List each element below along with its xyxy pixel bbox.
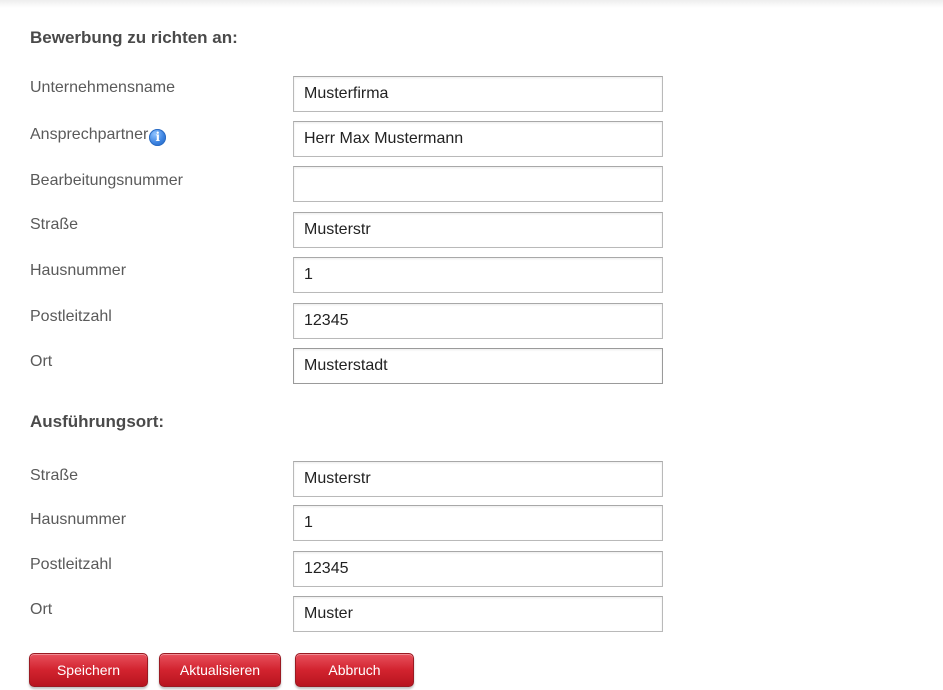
location-city-field[interactable] <box>293 596 663 632</box>
label-location-city: Ort <box>30 601 53 618</box>
label-street: Straße <box>30 216 79 233</box>
postal-code-field[interactable] <box>293 303 663 339</box>
location-house-number-field[interactable] <box>293 505 663 541</box>
section-heading-recipient: Bewerbung zu richten an: <box>30 28 238 47</box>
label-city: Ort <box>30 353 53 370</box>
street-field[interactable] <box>293 212 663 248</box>
label-company: Unternehmensname <box>30 79 175 96</box>
location-postal-code-field[interactable] <box>293 551 663 587</box>
label-location-house-number: Hausnummer <box>30 511 127 528</box>
label-contact: Ansprechpartner i <box>30 126 167 146</box>
reference-number-field[interactable] <box>293 166 663 202</box>
label-contact-text: Ansprechpartner <box>30 126 149 143</box>
city-field[interactable] <box>293 348 663 384</box>
label-reference: Bearbeitungsnummer <box>30 172 183 189</box>
contact-person-field[interactable] <box>293 121 663 157</box>
section-heading-location: Ausführungsort: <box>30 412 165 431</box>
house-number-field[interactable] <box>293 257 663 293</box>
cancel-button[interactable]: Abbruch <box>295 653 414 687</box>
label-location-postal-code: Postleitzahl <box>30 556 112 573</box>
location-street-field[interactable] <box>293 461 663 497</box>
label-location-street: Straße <box>30 467 79 484</box>
top-edge-shadow <box>0 0 943 8</box>
update-button[interactable]: Aktualisieren <box>159 653 281 687</box>
label-house-number: Hausnummer <box>30 262 127 279</box>
company-name-field[interactable] <box>293 76 663 112</box>
info-icon[interactable]: i <box>149 129 167 146</box>
save-button[interactable]: Speichern <box>29 653 148 687</box>
label-postal-code: Postleitzahl <box>30 308 112 325</box>
